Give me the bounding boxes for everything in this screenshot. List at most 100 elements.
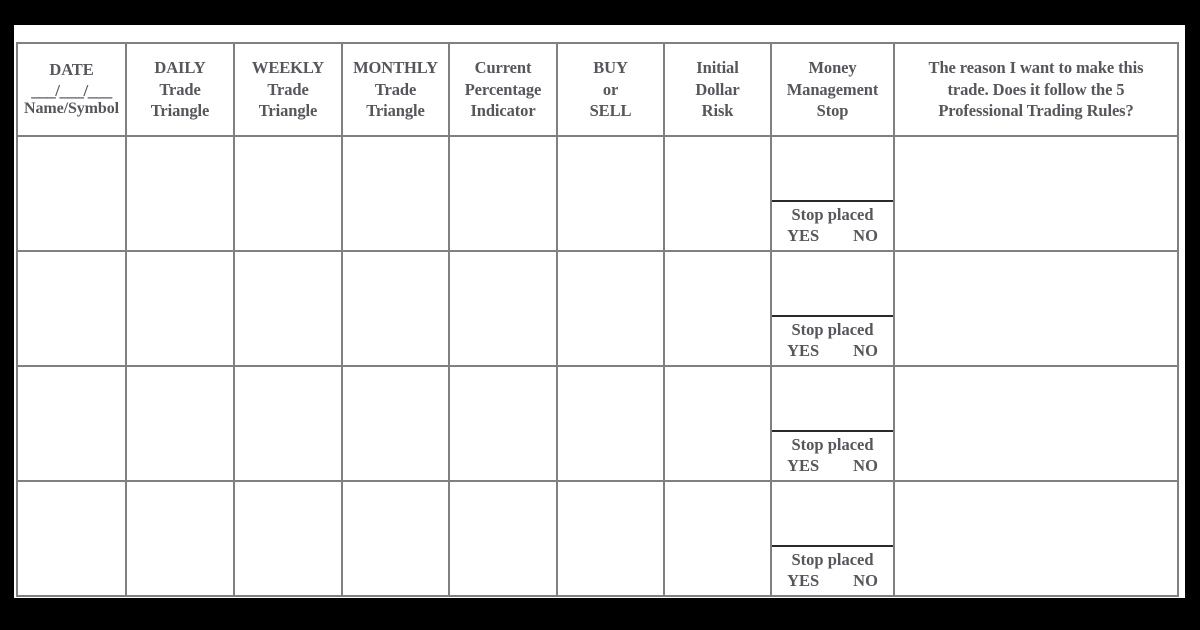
date-subtitle: Name/Symbol — [24, 99, 119, 117]
column-header-reason-for-trade: The reason I want to make this trade. Do… — [893, 42, 1179, 137]
stop-placed-choices: YES NO — [772, 340, 893, 360]
header-line-1: MONTHLY — [353, 58, 438, 78]
cell-daily[interactable] — [125, 250, 235, 367]
stop-placed-no-option[interactable]: NO — [853, 226, 878, 245]
stop-placed-label: Stop placed — [791, 550, 874, 570]
cell-daily[interactable] — [125, 480, 235, 597]
stop-placed-label: Stop placed — [791, 205, 874, 225]
cell-buy-or-sell[interactable] — [556, 365, 665, 482]
cell-date[interactable] — [16, 135, 127, 252]
stop-placed-block: Stop placed YES NO — [772, 432, 893, 480]
stop-placed-no-option[interactable]: NO — [853, 571, 878, 590]
header-line-2: Trade — [267, 79, 309, 99]
cell-weekly[interactable] — [233, 480, 343, 597]
stop-placed-yes-option[interactable]: YES — [787, 456, 819, 475]
cell-money-management-stop[interactable]: Stop placed YES NO — [770, 135, 895, 252]
header-line-3: Triangle — [150, 101, 210, 121]
header-line-1: Current — [474, 58, 532, 78]
stop-placed-block: Stop placed YES NO — [772, 547, 893, 595]
column-header-money-management-stop: Money Management Stop — [770, 42, 895, 137]
cell-buy-or-sell[interactable] — [556, 480, 665, 597]
header-line-1: The reason I want to make this — [928, 58, 1144, 78]
header-line-1: Initial — [696, 58, 739, 78]
stop-placed-choices: YES NO — [772, 570, 893, 590]
stop-placed-block: Stop placed YES NO — [772, 317, 893, 365]
cell-money-management-stop[interactable]: Stop placed YES NO — [770, 250, 895, 367]
column-header-date: DATE ___/___/___ Name/Symbol — [16, 42, 127, 137]
cell-initial-dollar-risk[interactable] — [663, 135, 772, 252]
table-row: Stop placed YES NO — [16, 365, 1179, 482]
cell-date[interactable] — [16, 480, 127, 597]
cell-initial-dollar-risk[interactable] — [663, 250, 772, 367]
screen: DATE ___/___/___ Name/Symbol DAILY Trade… — [0, 0, 1200, 630]
header-line-2: Trade — [159, 79, 201, 99]
stop-placed-yes-option[interactable]: YES — [787, 341, 819, 360]
column-header-initial-dollar-risk: Initial Dollar Risk — [663, 42, 772, 137]
worksheet-page: DATE ___/___/___ Name/Symbol DAILY Trade… — [14, 25, 1185, 598]
table-header-row: DATE ___/___/___ Name/Symbol DAILY Trade… — [16, 42, 1179, 137]
table-row: Stop placed YES NO — [16, 135, 1179, 252]
cell-daily[interactable] — [125, 135, 235, 252]
cell-current-percentage-indicator[interactable] — [448, 135, 558, 252]
cell-reason-for-trade[interactable] — [893, 480, 1179, 597]
stop-amount-field[interactable] — [772, 252, 893, 317]
stop-amount-field[interactable] — [772, 482, 893, 547]
stop-placed-block: Stop placed YES NO — [772, 202, 893, 250]
stop-cell-inner: Stop placed YES NO — [772, 252, 893, 365]
cell-current-percentage-indicator[interactable] — [448, 365, 558, 482]
cell-monthly[interactable] — [341, 365, 450, 482]
cell-date[interactable] — [16, 250, 127, 367]
cell-money-management-stop[interactable]: Stop placed YES NO — [770, 365, 895, 482]
stop-placed-yes-option[interactable]: YES — [787, 571, 819, 590]
column-header-buy-or-sell: BUY or SELL — [556, 42, 665, 137]
cell-buy-or-sell[interactable] — [556, 250, 665, 367]
header-line-3: Risk — [701, 101, 734, 121]
stop-placed-yes-option[interactable]: YES — [787, 226, 819, 245]
cell-reason-for-trade[interactable] — [893, 365, 1179, 482]
cell-monthly[interactable] — [341, 135, 450, 252]
cell-monthly[interactable] — [341, 480, 450, 597]
cell-initial-dollar-risk[interactable] — [663, 480, 772, 597]
header-line-2: Dollar — [695, 79, 740, 99]
stop-placed-no-option[interactable]: NO — [853, 341, 878, 360]
cell-monthly[interactable] — [341, 250, 450, 367]
header-line-3: Triangle — [366, 101, 425, 121]
stop-placed-choices: YES NO — [772, 455, 893, 475]
cell-weekly[interactable] — [233, 365, 343, 482]
cell-current-percentage-indicator[interactable] — [448, 250, 558, 367]
cell-current-percentage-indicator[interactable] — [448, 480, 558, 597]
cell-weekly[interactable] — [233, 250, 343, 367]
frame-bar-top — [0, 0, 1200, 25]
stop-cell-inner: Stop placed YES NO — [772, 367, 893, 480]
cell-reason-for-trade[interactable] — [893, 135, 1179, 252]
column-header-current-percentage-indicator: Current Percentage Indicator — [448, 42, 558, 137]
cell-buy-or-sell[interactable] — [556, 135, 665, 252]
cell-reason-for-trade[interactable] — [893, 250, 1179, 367]
header-line-3: Stop — [816, 101, 849, 121]
stop-cell-inner: Stop placed YES NO — [772, 137, 893, 250]
frame-bar-bottom — [0, 598, 1200, 630]
header-line-2: trade. Does it follow the 5 — [947, 79, 1125, 99]
header-line-2: Percentage — [464, 79, 542, 99]
date-title: DATE — [49, 60, 94, 80]
stop-placed-label: Stop placed — [791, 320, 874, 340]
frame-bar-right — [1185, 0, 1200, 630]
header-line-2: or — [602, 79, 619, 99]
header-line-1: BUY — [593, 58, 628, 78]
header-line-1: Money — [808, 58, 857, 78]
cell-daily[interactable] — [125, 365, 235, 482]
header-line-2: Management — [786, 79, 879, 99]
header-line-3: SELL — [589, 101, 632, 121]
cell-date[interactable] — [16, 365, 127, 482]
stop-placed-no-option[interactable]: NO — [853, 456, 878, 475]
frame-bar-left — [0, 0, 14, 630]
stop-placed-label: Stop placed — [791, 435, 874, 455]
cell-money-management-stop[interactable]: Stop placed YES NO — [770, 480, 895, 597]
column-header-daily-trade-triangle: DAILY Trade Triangle — [125, 42, 235, 137]
stop-amount-field[interactable] — [772, 137, 893, 202]
cell-initial-dollar-risk[interactable] — [663, 365, 772, 482]
table-row: Stop placed YES NO — [16, 480, 1179, 597]
stop-amount-field[interactable] — [772, 367, 893, 432]
header-line-1: DAILY — [154, 58, 206, 78]
cell-weekly[interactable] — [233, 135, 343, 252]
